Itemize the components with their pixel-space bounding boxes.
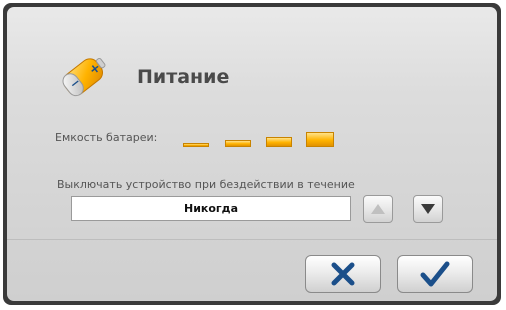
battery-bar-1 bbox=[183, 143, 209, 147]
page-title: Питание bbox=[137, 66, 230, 88]
decrease-button[interactable] bbox=[413, 195, 443, 223]
battery-icon: − + bbox=[51, 43, 115, 107]
battery-bar-4 bbox=[306, 132, 334, 147]
ok-button[interactable] bbox=[397, 255, 473, 293]
battery-capacity-indicator bbox=[183, 127, 343, 147]
increase-button[interactable] bbox=[363, 195, 393, 223]
cancel-button[interactable] bbox=[305, 255, 381, 293]
timeout-value-field: Никогда bbox=[71, 196, 351, 221]
battery-bar-3 bbox=[266, 137, 292, 147]
checkmark-icon bbox=[420, 261, 450, 287]
power-dialog: − + Питание Емкость батареи: Выключать у… bbox=[7, 7, 497, 301]
battery-capacity-label: Емкость батареи: bbox=[55, 131, 158, 144]
arrow-up-icon bbox=[371, 204, 385, 214]
timeout-label: Выключать устройство при бездействии в т… bbox=[57, 178, 355, 191]
battery-bar-2 bbox=[225, 140, 251, 147]
cross-icon bbox=[331, 262, 355, 286]
arrow-down-icon bbox=[421, 204, 435, 214]
